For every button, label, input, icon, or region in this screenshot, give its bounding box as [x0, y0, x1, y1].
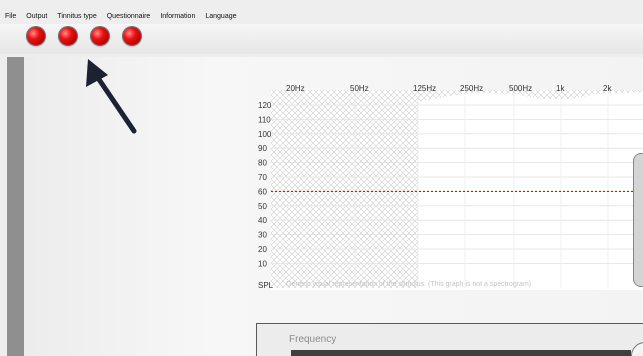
red-indicator-4[interactable]	[123, 27, 141, 45]
spl-tick-70: 70	[258, 173, 267, 182]
frequency-label: Frequency	[289, 334, 337, 345]
spl-axis: 120 110 100 90 80 70 60 50 40 30 20 10	[258, 101, 272, 268]
frequency-slider-knob[interactable]	[631, 342, 643, 356]
menu-information[interactable]: Information	[155, 13, 200, 20]
frequency-slider-track[interactable]	[291, 350, 631, 356]
freq-tick-20hz: 20Hz	[286, 84, 305, 93]
spl-tick-40: 40	[258, 216, 267, 225]
freq-tick-2k: 2k	[603, 84, 612, 93]
spl-tick-20: 20	[258, 245, 267, 254]
menu-bar: File Output Tinnitus type Questionnaire …	[0, 8, 643, 24]
menu-questionnaire[interactable]: Questionnaire	[102, 13, 156, 20]
chart-caption: Generic visual representation of the sti…	[286, 281, 531, 288]
left-scroll-strip	[7, 57, 24, 356]
spl-tick-120: 120	[258, 101, 272, 110]
freq-tick-125hz: 125Hz	[413, 84, 436, 93]
spl-tick-90: 90	[258, 144, 267, 153]
freq-tick-250hz: 250Hz	[460, 84, 483, 93]
spl-tick-60: 60	[258, 187, 267, 196]
frequency-control-panel: Frequency	[256, 323, 643, 356]
menu-file[interactable]: File	[0, 13, 21, 20]
freq-tick-500hz: 500Hz	[509, 84, 532, 93]
menu-tinnitus-type[interactable]: Tinnitus type	[52, 13, 101, 20]
red-indicator-1[interactable]	[27, 27, 45, 45]
menu-language[interactable]: Language	[200, 13, 241, 20]
menu-output[interactable]: Output	[21, 13, 52, 20]
freq-tick-50hz: 50Hz	[350, 84, 369, 93]
stimulus-chart: 20Hz 50Hz 125Hz 250Hz 500Hz 1k 2k 120 110…	[258, 84, 643, 290]
spl-tick-80: 80	[258, 159, 267, 168]
red-indicator-2[interactable]	[59, 27, 77, 45]
spl-tick-30: 30	[258, 231, 267, 240]
red-indicator-3[interactable]	[91, 27, 109, 45]
toolbar	[0, 24, 643, 54]
spl-tick-110: 110	[258, 115, 271, 124]
app-window: File Output Tinnitus type Questionnaire …	[0, 0, 643, 356]
freq-tick-1k: 1k	[556, 84, 565, 93]
pointer-arrow-icon	[86, 59, 137, 134]
spl-tick-50: 50	[258, 202, 267, 211]
level-knob[interactable]	[633, 153, 643, 287]
spl-unit-label: SPL	[258, 281, 274, 290]
spl-tick-100: 100	[258, 130, 272, 139]
spl-tick-10: 10	[258, 259, 267, 268]
